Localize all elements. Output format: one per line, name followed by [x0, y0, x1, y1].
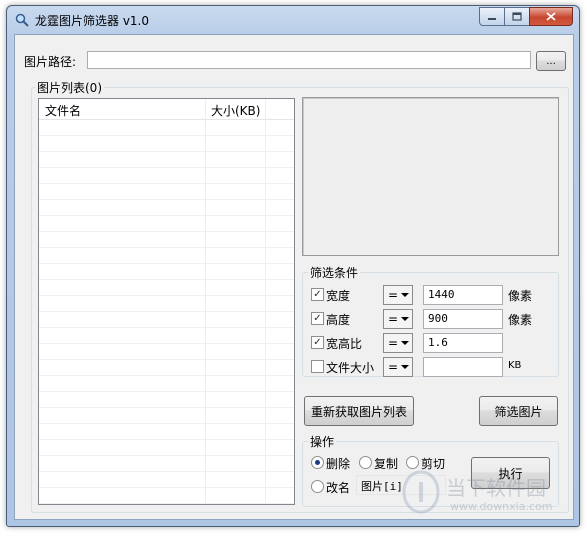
filesize-input[interactable] [423, 357, 503, 377]
column-divider [205, 99, 206, 504]
watermark-logo-icon [402, 470, 440, 514]
width-checkbox[interactable]: ✓ [311, 288, 324, 301]
listview-row-line [39, 311, 294, 312]
caption-buttons [479, 7, 573, 26]
watermark-name: 当下软件园 [446, 476, 546, 500]
filesize-label: 文件大小 [326, 361, 375, 375]
ratio-checkbox[interactable]: ✓ [311, 336, 324, 349]
minimize-icon [488, 17, 496, 20]
dropdown-arrow-icon [401, 293, 409, 297]
dropdown-arrow-icon [401, 365, 409, 369]
listview-row-line [39, 423, 294, 424]
ratio-input[interactable]: 1.6 [423, 333, 503, 353]
close-icon [546, 12, 556, 21]
magnifier-icon [15, 13, 29, 27]
listview-row-line [39, 439, 294, 440]
listview-row-line [39, 487, 294, 488]
listview-row-line [39, 167, 294, 168]
filesize-unit: KB [508, 360, 522, 371]
width-input[interactable]: 1440 [423, 285, 503, 305]
listview-row-line [39, 263, 294, 264]
check-mark-icon: ✓ [313, 312, 322, 324]
height-input[interactable]: 900 [423, 309, 503, 329]
check-mark-icon: ✓ [313, 288, 322, 300]
browse-button[interactable]: ... [536, 51, 566, 71]
list-group-label: 图片列表(0) [35, 79, 104, 96]
app-window: 龙霆图片筛选器 v1.0 图片路径: ... 图片列表(0) 文件名 大小(KB… [6, 5, 580, 527]
width-unit: 像素 [508, 289, 533, 303]
watermark-url: www.downxia.com [450, 500, 553, 513]
ratio-operator-value: = [388, 336, 399, 350]
minimize-button[interactable] [479, 7, 504, 26]
listview-row-line [39, 455, 294, 456]
ratio-operator-select[interactable]: = [383, 333, 413, 353]
rename-radio[interactable] [311, 480, 324, 493]
listview-row-line [39, 503, 294, 504]
delete-radio[interactable] [311, 456, 324, 469]
listview-row-line [39, 231, 294, 232]
filesize-operator-select[interactable]: = [383, 357, 413, 377]
width-label: 宽度 [326, 289, 351, 303]
height-unit: 像素 [508, 313, 533, 327]
listview-row-line [39, 391, 294, 392]
client-area: 图片路径: ... 图片列表(0) 文件名 大小(KB) 筛选条件 ✓ 宽度 =… [14, 34, 574, 520]
listview-row-line [39, 135, 294, 136]
listview-row-line [39, 327, 294, 328]
dropdown-arrow-icon [401, 341, 409, 345]
listview-row-line [39, 215, 294, 216]
ratio-label: 宽高比 [326, 337, 363, 351]
listview-row-line [39, 407, 294, 408]
column-divider [265, 99, 266, 504]
listview-row-line [39, 471, 294, 472]
filesize-checkbox[interactable] [311, 360, 324, 373]
listview-row-line [39, 359, 294, 360]
operation-group-label: 操作 [308, 433, 337, 450]
listview-row-line [39, 199, 294, 200]
listview-row-line [39, 295, 294, 296]
image-preview [302, 97, 559, 256]
path-input[interactable] [87, 51, 531, 69]
filter-images-button[interactable]: 筛选图片 [479, 396, 558, 426]
maximize-button[interactable] [504, 7, 529, 26]
listview-row-line [39, 279, 294, 280]
check-mark-icon: ✓ [313, 336, 322, 348]
path-label: 图片路径: [24, 55, 77, 69]
column-size[interactable]: 大小(KB) [211, 102, 260, 119]
height-operator-value: = [388, 312, 399, 326]
height-operator-select[interactable]: = [383, 309, 413, 329]
file-listview[interactable]: 文件名 大小(KB) [38, 98, 295, 505]
filter-group-label: 筛选条件 [308, 264, 361, 281]
close-button[interactable] [529, 7, 573, 26]
listview-row-line [39, 343, 294, 344]
watermark: 当下软件园 www.downxia.com [400, 468, 580, 528]
title-bar[interactable]: 龙霆图片筛选器 v1.0 [7, 6, 579, 34]
copy-label: 复制 [374, 457, 399, 471]
listview-header: 文件名 大小(KB) [39, 99, 294, 120]
height-label: 高度 [326, 313, 351, 327]
window-title: 龙霆图片筛选器 v1.0 [35, 14, 150, 28]
width-operator-select[interactable]: = [383, 285, 413, 305]
listview-row-line [39, 151, 294, 152]
listview-row-line [39, 183, 294, 184]
delete-label: 删除 [326, 457, 351, 471]
filesize-operator-value: = [388, 360, 399, 374]
column-filename[interactable]: 文件名 [45, 102, 81, 119]
refresh-list-button[interactable]: 重新获取图片列表 [304, 396, 414, 426]
rename-label: 改名 [326, 481, 351, 495]
width-operator-value: = [388, 288, 399, 302]
dropdown-arrow-icon [401, 317, 409, 321]
listview-row-line [39, 247, 294, 248]
listview-row-line [39, 375, 294, 376]
maximize-icon [512, 12, 522, 21]
height-checkbox[interactable]: ✓ [311, 312, 324, 325]
copy-radio[interactable] [359, 456, 372, 469]
